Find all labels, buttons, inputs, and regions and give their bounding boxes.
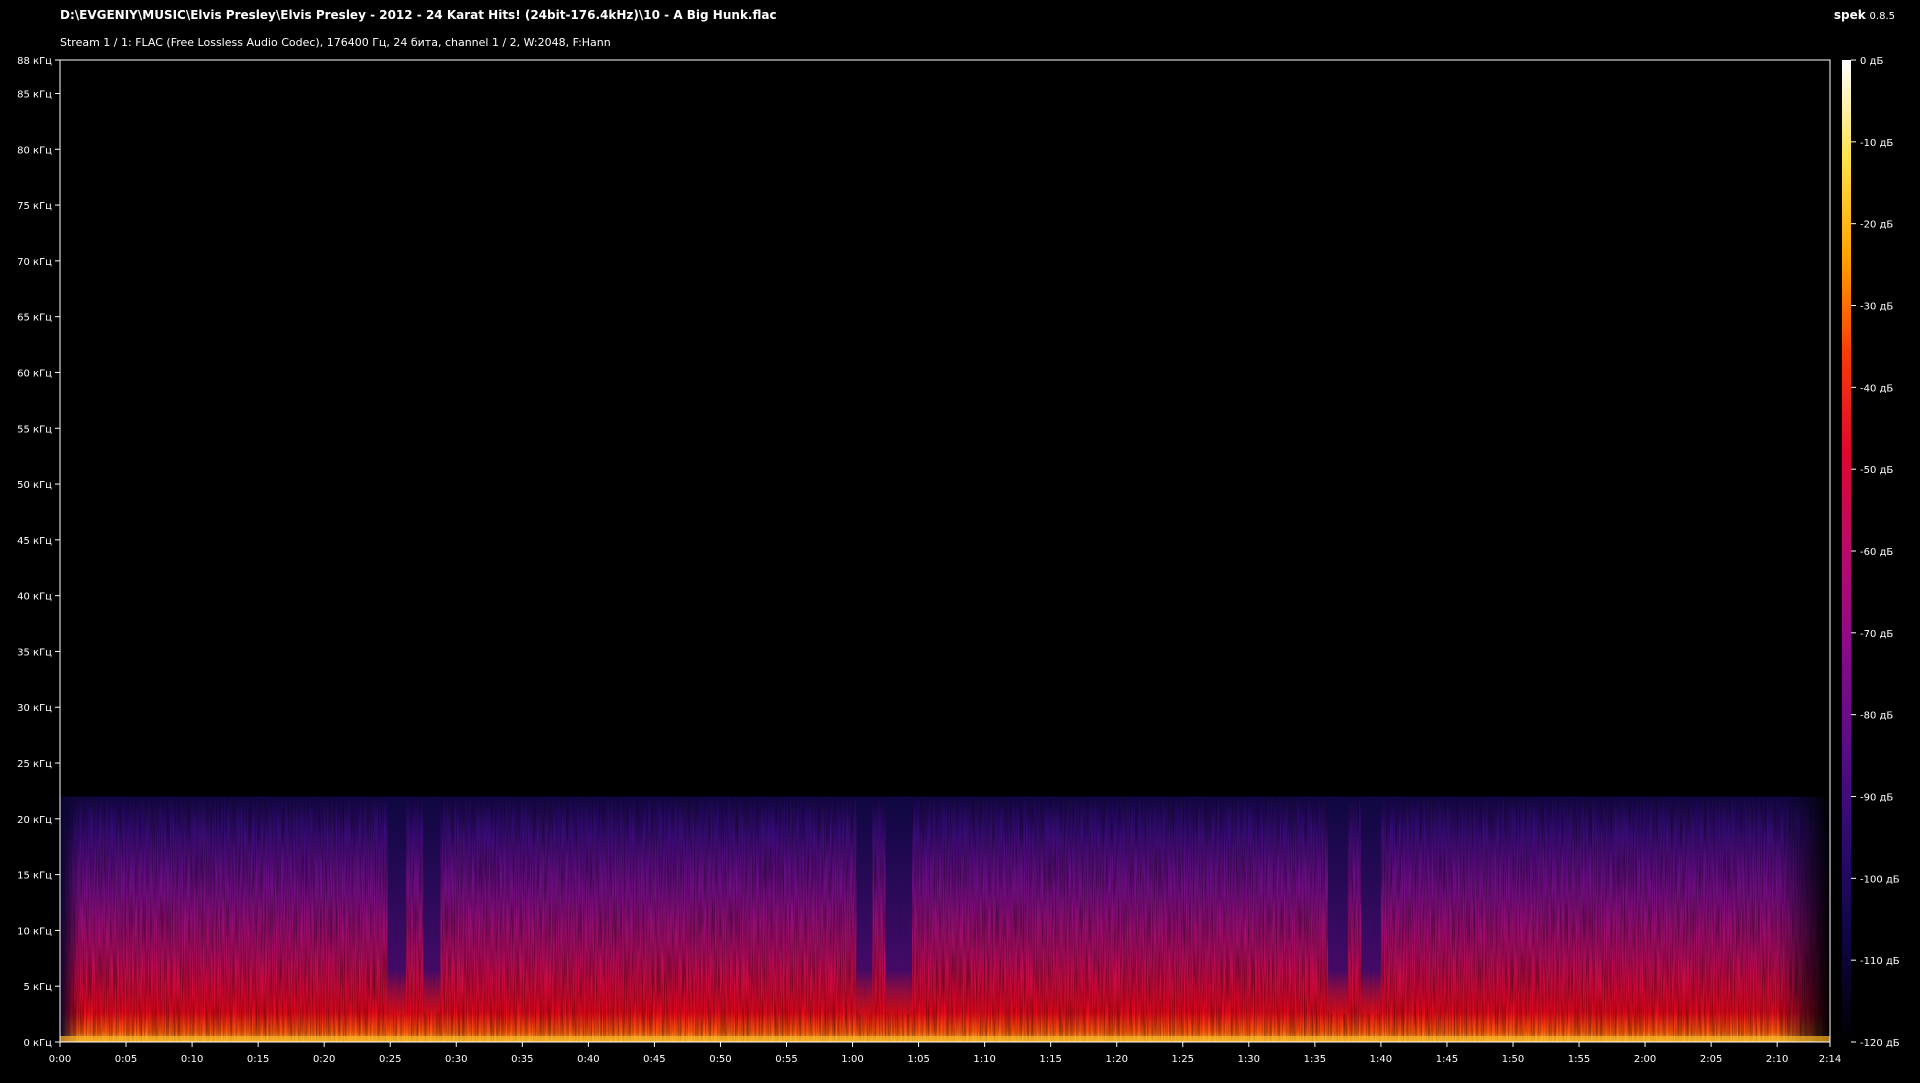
x-tick-label: 1:30 — [1238, 1054, 1260, 1065]
y-tick-label: 15 кГц — [17, 871, 52, 882]
colorbar-tick-label: -20 дБ — [1860, 220, 1893, 231]
y-tick-label: 25 кГц — [17, 759, 52, 770]
x-tick-label: 0:35 — [511, 1054, 533, 1065]
db-colorbar: 0 дБ -10 дБ -20 дБ -30 дБ -40 дБ -50 дБ -60 дБ… — [1842, 56, 1900, 1049]
x-tick-label: 1:55 — [1568, 1054, 1590, 1065]
y-tick-label: 65 кГц — [17, 313, 52, 324]
frequency-axis: 0 кГц 5 кГц 10 кГц 15 кГц 20 кГц 25 кГц 30 кГц… — [17, 56, 60, 1049]
x-tick-label: 2:00 — [1634, 1054, 1656, 1065]
x-tick-label: 1:05 — [907, 1054, 929, 1065]
x-tick-label: 0:10 — [181, 1054, 203, 1065]
x-tick-label: 0:55 — [775, 1054, 797, 1065]
y-tick-label: 20 кГц — [17, 815, 52, 826]
x-tick-label: 1:10 — [973, 1054, 995, 1065]
fade-out — [1777, 796, 1830, 1042]
time-axis: 0:00 0:05 0:10 0:15 0:20 0:25 0:30 0:35 0:40 0:45… — [49, 1042, 1841, 1065]
bass-band — [60, 1036, 1830, 1042]
spectrogram-plot — [59, 59, 1831, 1043]
colorbar-tick-label: -90 дБ — [1860, 793, 1893, 804]
colorbar-tick-label: -40 дБ — [1860, 383, 1893, 394]
spectral-texture — [60, 796, 1830, 1042]
y-tick-label: 55 кГц — [17, 424, 52, 435]
x-tick-label: 1:25 — [1172, 1054, 1194, 1065]
x-tick-label: 1:35 — [1304, 1054, 1326, 1065]
colorbar-tick-label: -120 дБ — [1860, 1038, 1900, 1049]
colorbar-tick-label: -60 дБ — [1860, 547, 1893, 558]
quiet-passage — [885, 796, 912, 1014]
y-tick-label: 60 кГц — [17, 368, 52, 379]
x-tick-label: 1:45 — [1436, 1054, 1458, 1065]
x-tick-label: 1:50 — [1502, 1054, 1524, 1065]
colorbar-tick-label: -50 дБ — [1860, 465, 1893, 476]
quiet-passage — [1328, 796, 1348, 1014]
x-tick-label: 0:20 — [313, 1054, 335, 1065]
y-tick-label: 70 кГц — [17, 257, 52, 268]
y-tick-label: 75 кГц — [17, 201, 52, 212]
x-tick-label: 0:15 — [247, 1054, 269, 1065]
quiet-passage — [1361, 796, 1381, 1014]
colorbar-tick-label: -10 дБ — [1860, 138, 1893, 149]
x-tick-label: 0:30 — [445, 1054, 467, 1065]
fade-in — [60, 796, 80, 1042]
y-tick-label: 80 кГц — [17, 145, 52, 156]
y-tick-label: 85 кГц — [17, 89, 52, 100]
x-tick-label: 1:40 — [1370, 1054, 1392, 1065]
y-tick-label: 0 кГц — [24, 1038, 53, 1049]
x-tick-label: 2:10 — [1766, 1054, 1788, 1065]
x-tick-label: 0:50 — [709, 1054, 731, 1065]
x-tick-label: 1:20 — [1105, 1054, 1127, 1065]
x-tick-label: 0:40 — [577, 1054, 599, 1065]
y-tick-label: 30 кГц — [17, 703, 52, 714]
quiet-passage — [423, 796, 441, 1014]
colorbar-tick-label: -110 дБ — [1860, 956, 1900, 967]
y-tick-label: 88 кГц — [17, 56, 52, 67]
x-tick-label: 0:00 — [49, 1054, 71, 1065]
x-tick-label: 1:15 — [1039, 1054, 1061, 1065]
x-tick-label: 0:05 — [115, 1054, 137, 1065]
y-tick-label: 45 кГц — [17, 536, 52, 547]
quiet-passage — [387, 796, 407, 1014]
y-tick-label: 50 кГц — [17, 480, 52, 491]
x-tick-label: 2:14 — [1819, 1054, 1841, 1065]
colorbar-tick-label: 0 дБ — [1860, 56, 1883, 67]
y-tick-label: 40 кГц — [17, 592, 52, 603]
y-tick-label: 35 кГц — [17, 647, 52, 658]
colorbar-tick-label: -100 дБ — [1860, 874, 1900, 885]
x-tick-label: 2:05 — [1700, 1054, 1722, 1065]
spectrogram-chart: 0 кГц 5 кГц 10 кГц 15 кГц 20 кГц 25 кГц 30 кГц… — [17, 56, 1900, 1065]
colorbar-tick-label: -70 дБ — [1860, 629, 1893, 640]
x-tick-label: 0:25 — [379, 1054, 401, 1065]
y-tick-label: 5 кГц — [24, 982, 53, 993]
colorbar-tick-label: -30 дБ — [1860, 302, 1893, 313]
y-tick-label: 10 кГц — [17, 926, 52, 937]
x-tick-label: 1:00 — [841, 1054, 863, 1065]
colorbar-gradient — [1842, 60, 1851, 1042]
quiet-passage — [856, 796, 873, 1014]
x-tick-label: 0:45 — [643, 1054, 665, 1065]
colorbar-tick-label: -80 дБ — [1860, 711, 1893, 722]
